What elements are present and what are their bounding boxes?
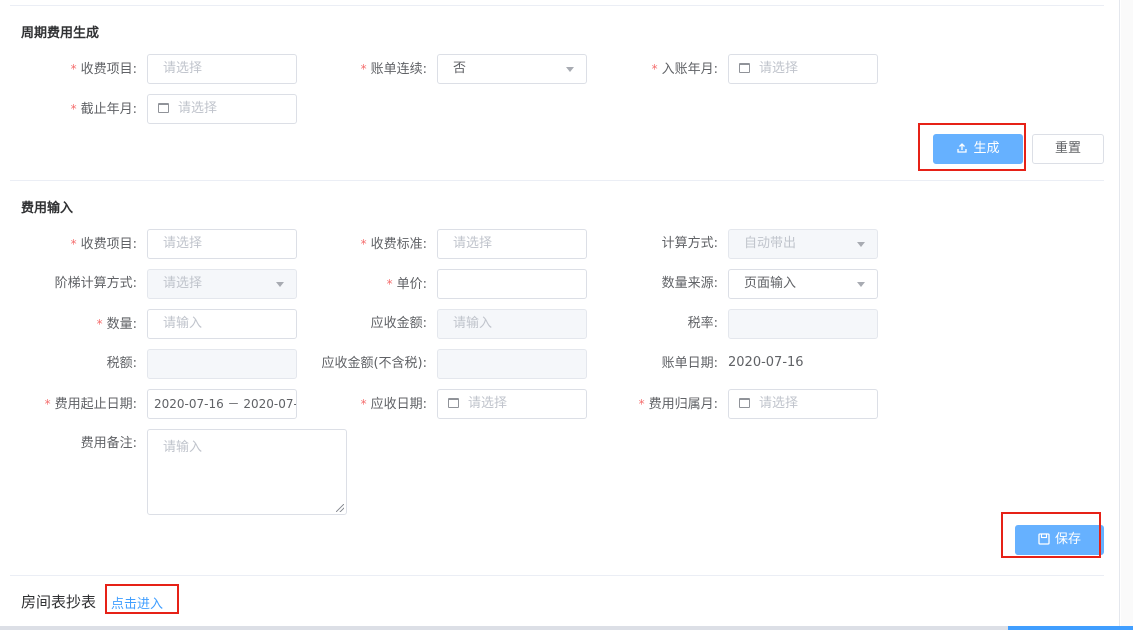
label-tax-rate: 税率: xyxy=(687,316,718,331)
footer-label-meter-reading: 房间表抄表 xyxy=(21,593,97,611)
label-receivable-amount: 应收金额: xyxy=(370,316,427,331)
label-fee-period: * 费用起止日期: xyxy=(44,397,137,412)
label-charge-item-2: * 收费项目: xyxy=(70,237,137,252)
label-bill-continuous: * 账单连续: xyxy=(360,62,427,77)
bottom-scrollbar-thumb[interactable] xyxy=(1008,626,1133,630)
fee-month-picker[interactable]: 请选择 xyxy=(728,389,878,419)
reset-button[interactable]: 重置 xyxy=(1032,134,1104,164)
receivable-amount-input: 请输入 xyxy=(437,309,587,339)
charge-standard-select[interactable]: 请选择 xyxy=(437,229,587,259)
charge-item-select[interactable]: 请选择 xyxy=(147,54,297,84)
quantity-input[interactable]: 请输入 xyxy=(147,309,297,339)
section-title-fee-input: 费用输入 xyxy=(21,201,74,216)
divider-top xyxy=(10,5,1104,6)
tax-amount-input xyxy=(147,349,297,379)
label-remark: 费用备注: xyxy=(80,436,137,451)
label-charge-standard: * 收费标准: xyxy=(360,237,427,252)
label-due-date: * 应收日期: xyxy=(360,397,427,412)
end-month-picker[interactable]: 请选择 xyxy=(147,94,297,124)
label-posting-month: * 入账年月: xyxy=(651,62,718,77)
section-title-cycle-fee: 周期费用生成 xyxy=(21,26,100,41)
bill-continuous-select[interactable]: 否 xyxy=(437,54,587,84)
chevron-down-icon xyxy=(566,67,574,72)
chevron-down-icon xyxy=(857,242,865,247)
highlight-enter-link xyxy=(105,584,179,614)
tier-method-select: 请选择 xyxy=(147,269,297,299)
label-bill-date: 账单日期: xyxy=(661,356,718,371)
scrollbar-track[interactable] xyxy=(1121,0,1133,630)
divider-middle xyxy=(10,180,1104,181)
label-calc-method: 计算方式: xyxy=(661,236,718,251)
fee-period-range-picker[interactable]: 2020-07-16 － 2020-07-16 xyxy=(147,389,297,419)
bill-date-value: 2020-07-16 xyxy=(728,355,804,370)
chevron-down-icon xyxy=(857,282,865,287)
highlight-generate xyxy=(918,123,1026,171)
label-fee-month: * 费用归属月: xyxy=(638,397,718,412)
label-tax-amount: 税额: xyxy=(106,356,137,371)
highlight-save xyxy=(1001,512,1101,558)
label-unit-price: * 单价: xyxy=(386,277,427,292)
label-qty-source: 数量来源: xyxy=(661,276,718,291)
label-charge-item: * 收费项目: xyxy=(70,62,137,77)
receivable-ex-tax-input xyxy=(437,349,587,379)
charge-item-select-2[interactable]: 请选择 xyxy=(147,229,297,259)
calendar-icon xyxy=(448,398,459,408)
posting-month-picker[interactable]: 请选择 xyxy=(728,54,878,84)
qty-source-select[interactable]: 页面输入 xyxy=(728,269,878,299)
resize-handle-icon[interactable] xyxy=(336,504,344,512)
calc-method-select: 自动带出 xyxy=(728,229,878,259)
label-quantity: * 数量: xyxy=(96,317,137,332)
tax-rate-input xyxy=(728,309,878,339)
divider-bottom xyxy=(10,575,1104,576)
unit-price-input[interactable] xyxy=(437,269,587,299)
calendar-icon xyxy=(739,63,750,73)
label-receivable-ex-tax: 应收金额(不含税): xyxy=(321,356,427,371)
calendar-icon xyxy=(739,398,750,408)
label-end-month: * 截止年月: xyxy=(70,102,137,117)
chevron-down-icon xyxy=(276,282,284,287)
label-tier-method: 阶梯计算方式: xyxy=(54,276,137,291)
remark-textarea[interactable]: 请输入 xyxy=(147,429,347,515)
due-date-picker[interactable]: 请选择 xyxy=(437,389,587,419)
calendar-icon xyxy=(158,103,169,113)
bottom-scrollbar-track xyxy=(0,626,1133,630)
